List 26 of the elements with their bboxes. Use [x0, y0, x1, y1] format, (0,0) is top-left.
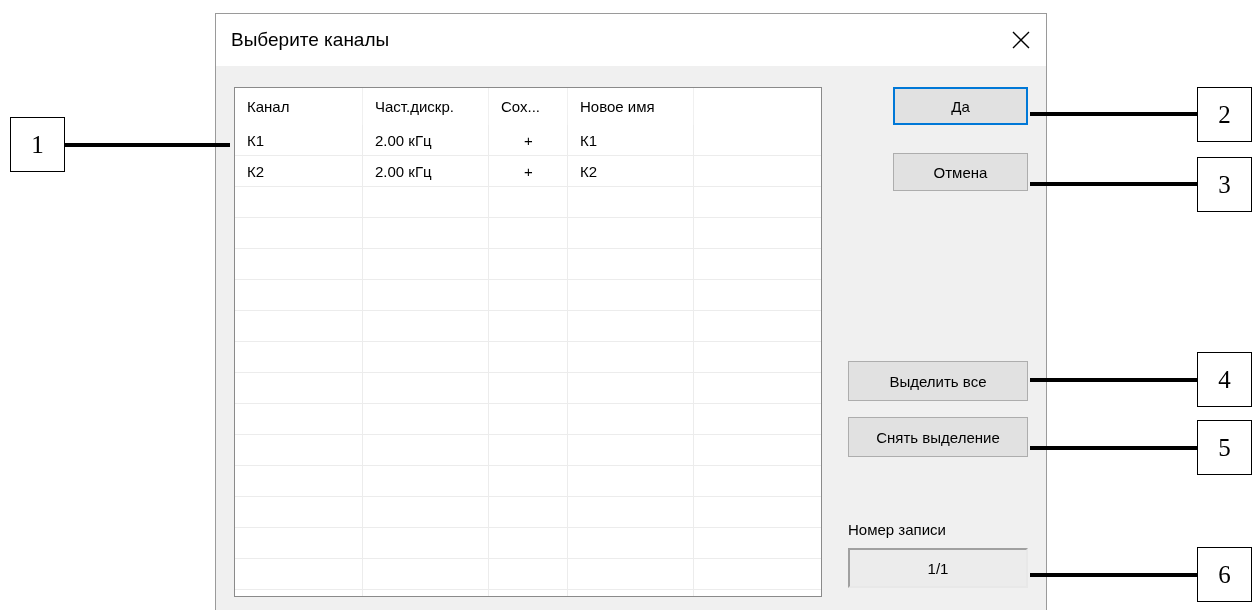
table-cell-text: 2.00 кГц: [374, 130, 433, 151]
table-cell-text: 2.00 кГц: [374, 161, 433, 182]
table-cell-text: К1: [579, 130, 599, 151]
column-header[interactable]: Новое имя: [568, 88, 694, 125]
callout-number: 4: [1197, 352, 1252, 407]
ok-button[interactable]: Да: [893, 87, 1028, 125]
column-header[interactable]: Част.дискр.: [363, 88, 489, 125]
callout-number: 2: [1197, 87, 1252, 142]
select-all-button[interactable]: Выделить все: [848, 361, 1028, 401]
close-icon[interactable]: [1012, 31, 1030, 49]
table-cell-text: +: [523, 161, 534, 182]
table-cell-text: К2: [246, 161, 266, 182]
record-label: Номер записи: [848, 521, 946, 538]
callout-number: 1: [10, 117, 65, 172]
callout-number: 3: [1197, 157, 1252, 212]
table-cell-text: К2: [579, 161, 599, 182]
window-title: Выберите каналы: [231, 29, 390, 51]
table-cell-text: +: [523, 130, 534, 151]
callout-number: 5: [1197, 420, 1252, 475]
column-header[interactable]: Канал: [235, 88, 363, 125]
deselect-button[interactable]: Снять выделение: [848, 417, 1028, 457]
callout-number: 6: [1197, 547, 1252, 602]
table-cell-text: К1: [246, 130, 266, 151]
record-field: 1/1: [848, 548, 1028, 588]
column-header[interactable]: Сох...: [489, 88, 568, 125]
cancel-button[interactable]: Отмена: [893, 153, 1028, 191]
